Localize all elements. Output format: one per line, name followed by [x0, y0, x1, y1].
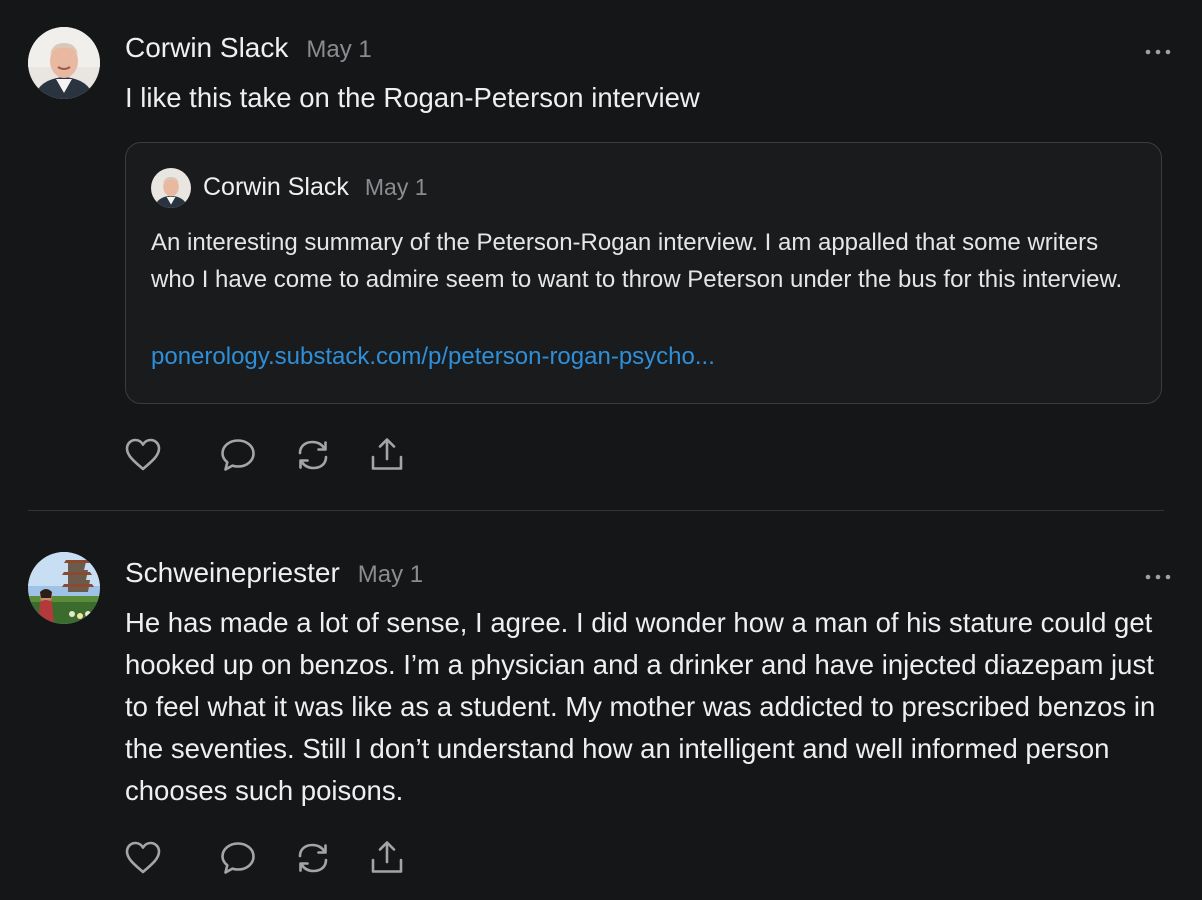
post-text: I like this take on the Rogan-Peterson i… — [125, 82, 700, 113]
more-options-icon[interactable] — [1144, 568, 1172, 580]
restack-icon[interactable] — [293, 838, 333, 878]
author-name[interactable]: Schweinepriester May 1 — [125, 557, 423, 589]
post-actions — [123, 435, 423, 475]
avatar[interactable] — [151, 168, 191, 208]
share-icon[interactable] — [367, 838, 407, 878]
avatar[interactable] — [28, 552, 100, 624]
quoted-note[interactable]: Corwin Slack May 1 An interesting summary… — [125, 142, 1162, 404]
more-options-icon[interactable] — [1144, 43, 1172, 55]
comment-bubble-icon[interactable] — [218, 838, 258, 878]
post-text: He has made a lot of sense, I agree. I d… — [125, 607, 1156, 806]
quoted-author-name[interactable]: Corwin Slack May 1 — [203, 173, 428, 202]
restack-icon[interactable] — [293, 435, 333, 475]
quoted-post-date: May 1 — [364, 174, 428, 200]
author-name[interactable]: Corwin Slack May 1 — [125, 32, 372, 64]
heart-icon[interactable] — [123, 838, 163, 878]
comment-bubble-icon[interactable] — [218, 435, 258, 475]
external-link[interactable]: ponerology.substack.com/p/peterson-rogan… — [151, 343, 715, 371]
heart-icon[interactable] — [123, 435, 163, 475]
quoted-text: An interesting summary of the Peterson-R… — [151, 229, 1123, 293]
share-icon[interactable] — [367, 435, 407, 475]
avatar[interactable] — [28, 27, 100, 99]
note-post: Corwin Slack May 1 I like this take on th… — [0, 0, 1202, 510]
post-date: May 1 — [357, 561, 424, 588]
note-post: Schweinepriester May 1 He has made a lot … — [0, 511, 1202, 900]
post-actions — [123, 838, 423, 878]
post-date: May 1 — [306, 36, 372, 63]
